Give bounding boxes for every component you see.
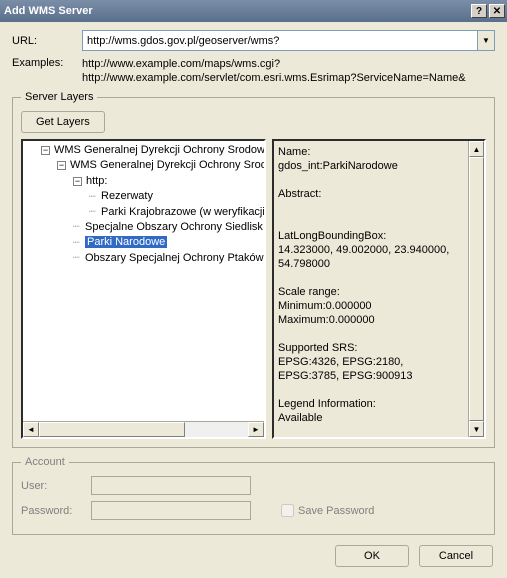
password-label: Password: xyxy=(21,505,91,517)
tree-leaf-icon: ┈ xyxy=(73,251,83,266)
example-line-2: http://www.example.com/servlet/com.esri.… xyxy=(82,71,495,85)
detail-bbox-label: LatLongBoundingBox: xyxy=(278,229,464,243)
detail-legend-value: Available xyxy=(278,411,464,425)
server-layers-group: Server Layers Get Layers −WMS Generalnej… xyxy=(12,91,495,448)
examples-label: Examples: xyxy=(12,57,82,85)
close-icon[interactable]: ✕ xyxy=(489,4,505,18)
dialog-content: URL: ▼ Examples: http://www.example.com/… xyxy=(0,22,507,577)
tree-leaf[interactable]: Specjalne Obszary Ochrony Siedlisk xyxy=(85,221,263,233)
tree-expando-icon[interactable]: − xyxy=(73,177,82,186)
window-title: Add WMS Server xyxy=(4,5,469,17)
password-input xyxy=(91,501,251,520)
examples-text: http://www.example.com/maps/wms.cgi? htt… xyxy=(82,57,495,85)
examples-row: Examples: http://www.example.com/maps/wm… xyxy=(12,57,495,85)
scroll-track[interactable] xyxy=(39,422,248,437)
tree-leaf-icon: ┈ xyxy=(73,236,83,251)
ok-button[interactable]: OK xyxy=(335,545,409,567)
detail-srs-label: Supported SRS: xyxy=(278,341,464,355)
example-line-1: http://www.example.com/maps/wms.cgi? xyxy=(82,57,495,71)
tree-expando-icon[interactable]: − xyxy=(41,146,50,155)
url-label: URL: xyxy=(12,35,82,47)
url-row: URL: ▼ xyxy=(12,30,495,51)
scroll-thumb[interactable] xyxy=(39,422,185,437)
tree-node[interactable]: http: xyxy=(86,175,107,187)
scroll-right-icon[interactable]: ► xyxy=(248,422,264,437)
scroll-track[interactable] xyxy=(469,157,484,421)
detail-name-value: gdos_int:ParkiNarodowe xyxy=(278,159,464,173)
detail-abstract-label: Abstract: xyxy=(278,187,464,201)
tree-leaf[interactable]: Rezerwaty xyxy=(101,190,153,202)
user-input xyxy=(91,476,251,495)
detail-name-label: Name: xyxy=(278,145,464,159)
help-icon[interactable]: ? xyxy=(471,4,487,18)
tree-horizontal-scrollbar[interactable]: ◄ ► xyxy=(23,421,264,437)
layers-tree[interactable]: −WMS Generalnej Dyrekcji Ochrony Srodowi… xyxy=(21,139,266,439)
tree-node-root[interactable]: WMS Generalnej Dyrekcji Ochrony Srodowis… xyxy=(54,144,264,156)
detail-scale-min: Minimum:0.000000 xyxy=(278,299,464,313)
titlebar: Add WMS Server ? ✕ xyxy=(0,0,507,22)
detail-srs-value: EPSG:4326, EPSG:2180, EPSG:3785, EPSG:90… xyxy=(278,355,464,383)
scroll-down-icon[interactable]: ▼ xyxy=(469,421,484,437)
detail-bbox-value: 14.323000, 49.002000, 23.940000, 54.7980… xyxy=(278,243,464,271)
url-combobox[interactable]: ▼ xyxy=(82,30,495,51)
tree-node[interactable]: WMS Generalnej Dyrekcji Ochrony Srodowi xyxy=(70,159,264,171)
dialog-button-row: OK Cancel xyxy=(12,543,495,567)
scroll-thumb[interactable] xyxy=(469,157,484,421)
tree-leaf[interactable]: Obszary Specjalnej Ochrony Ptaków xyxy=(85,252,264,264)
scroll-up-icon[interactable]: ▲ xyxy=(469,141,484,157)
tree-leaf-icon: ┈ xyxy=(73,220,83,235)
user-label: User: xyxy=(21,480,91,492)
detail-scale-max: Maximum:0.000000 xyxy=(278,313,464,327)
server-layers-legend: Server Layers xyxy=(21,91,97,103)
url-input[interactable] xyxy=(83,33,477,49)
scroll-left-icon[interactable]: ◄ xyxy=(23,422,39,437)
tree-leaf-icon: ┈ xyxy=(89,205,99,220)
layer-details-panel: Name: gdos_int:ParkiNarodowe Abstract: L… xyxy=(272,139,486,439)
cancel-button[interactable]: Cancel xyxy=(419,545,493,567)
save-password-label: Save Password xyxy=(281,504,374,517)
account-legend: Account xyxy=(21,456,69,468)
tree-expando-icon[interactable]: − xyxy=(57,161,66,170)
tree-leaf[interactable]: Parki Krajobrazowe (w weryfikacji) xyxy=(101,206,264,218)
save-password-checkbox xyxy=(281,504,294,517)
tree-leaf-icon: ┈ xyxy=(89,190,99,205)
details-vertical-scrollbar[interactable]: ▲ ▼ xyxy=(468,141,484,437)
tree-leaf-selected[interactable]: Parki Narodowe xyxy=(85,236,167,248)
get-layers-button[interactable]: Get Layers xyxy=(21,111,105,133)
detail-legend-label: Legend Information: xyxy=(278,397,464,411)
detail-scale-label: Scale range: xyxy=(278,285,464,299)
url-dropdown-icon[interactable]: ▼ xyxy=(477,31,494,50)
account-group: Account User: Password: Save Password xyxy=(12,456,495,535)
